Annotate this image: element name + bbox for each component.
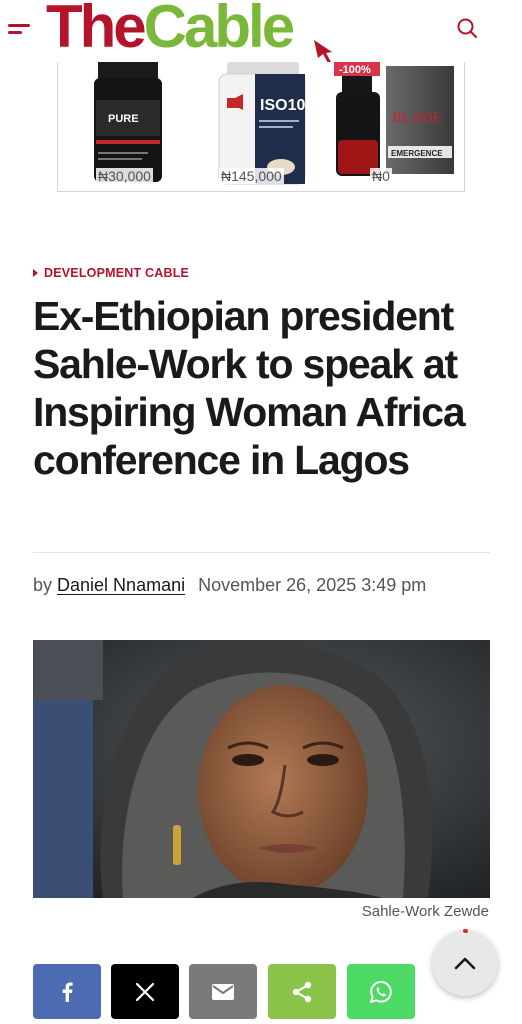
category-arrow-icon bbox=[33, 269, 38, 277]
share-icon bbox=[292, 981, 312, 1002]
svg-text:-100%: -100% bbox=[339, 64, 371, 76]
byline: by Daniel Nnamani November 26, 2025 3:49… bbox=[33, 575, 426, 596]
back-to-top-button[interactable] bbox=[432, 929, 498, 996]
ad-price: ₦30,000 bbox=[96, 168, 153, 184]
divider bbox=[33, 552, 490, 553]
article-title: Ex-Ethiopian president Sahle-Work to spe… bbox=[33, 293, 466, 483]
image-caption: Sahle-Work Zewde bbox=[361, 903, 489, 920]
x-icon bbox=[135, 982, 155, 1001]
share-facebook-button[interactable] bbox=[33, 964, 101, 1019]
byline-prefix: by bbox=[33, 575, 53, 595]
share-whatsapp-button[interactable] bbox=[347, 964, 415, 1019]
ad-product-iso100[interactable]: ISO100 ₦145,000 bbox=[213, 62, 314, 190]
facebook-icon bbox=[62, 982, 73, 1002]
share-generic-button[interactable] bbox=[268, 964, 336, 1019]
ad-price: ₦145,000 bbox=[219, 168, 284, 184]
portrait-image bbox=[33, 640, 490, 898]
logo-the-text: The bbox=[46, 0, 147, 60]
email-icon bbox=[212, 983, 234, 1000]
logo-cursor-icon bbox=[314, 40, 332, 63]
hamburger-menu-icon[interactable] bbox=[8, 18, 34, 38]
svg-text:BLADE: BLADE bbox=[392, 110, 442, 126]
site-header: The Cable bbox=[0, 0, 522, 63]
article-image bbox=[33, 640, 490, 898]
logo-cable-text: Cable bbox=[143, 0, 295, 60]
svg-text:EMERGENCE: EMERGENCE bbox=[391, 149, 443, 158]
svg-text:ISO100: ISO100 bbox=[260, 97, 309, 114]
chevron-up-icon bbox=[454, 957, 476, 970]
site-logo[interactable]: The Cable bbox=[46, 0, 295, 60]
publish-date: November 26, 2025 3:49 pm bbox=[198, 575, 427, 595]
blade-perfume-image: -100% BLADE EMERGENCE bbox=[334, 62, 454, 176]
category-label: DEVELOPMENT CABLE bbox=[44, 266, 190, 280]
share-x-button[interactable] bbox=[111, 964, 179, 1019]
ad-product-blade[interactable]: -100% BLADE EMERGENCE ₦0 bbox=[330, 62, 462, 190]
whatsapp-icon bbox=[369, 980, 392, 1003]
ad-product-creatine[interactable]: PURE ₦30,000 bbox=[88, 62, 168, 190]
search-icon[interactable] bbox=[456, 17, 478, 39]
author-link[interactable]: Daniel Nnamani bbox=[57, 575, 185, 595]
share-email-button[interactable] bbox=[189, 964, 257, 1019]
ad-price: ₦0 bbox=[370, 168, 392, 184]
scroll-progress-dot bbox=[463, 929, 468, 933]
svg-text:PURE: PURE bbox=[108, 113, 139, 125]
category-link[interactable]: DEVELOPMENT CABLE bbox=[33, 266, 189, 280]
ad-banner[interactable]: PURE ₦30,000 ISO100 ₦145,000 -100% BLADE… bbox=[57, 62, 465, 192]
